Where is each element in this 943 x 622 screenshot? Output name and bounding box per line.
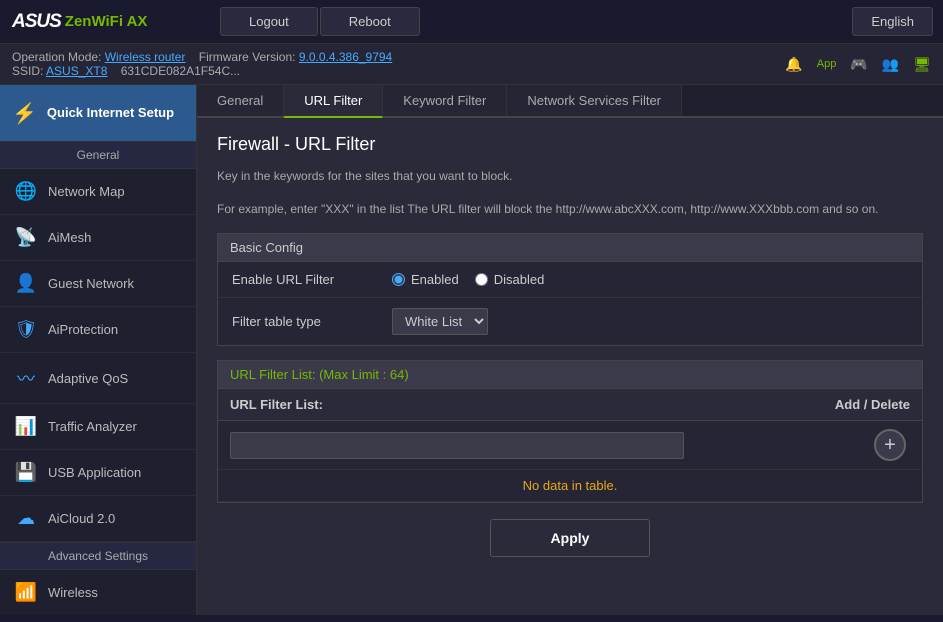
aiprotection-icon: 🛡 [14, 319, 38, 340]
enable-url-filter-row: Enable URL Filter Enabled Disabled [218, 262, 922, 298]
disabled-radio-label[interactable]: Disabled [494, 272, 545, 287]
enable-url-filter-control: Enabled Disabled [392, 272, 544, 287]
tab-general[interactable]: General [197, 85, 284, 116]
asus-logo: ASUS ZenWiFi AX [12, 11, 147, 33]
url-filter-input[interactable] [230, 432, 684, 459]
sidebar-item-aiprotection[interactable]: 🛡 AiProtection [0, 307, 196, 353]
aicloud-icon: ☁ [14, 508, 38, 529]
status-icons: 🔔 App 🎮 👥 🖥 [785, 56, 931, 73]
logo-area: ASUS ZenWiFi AX [0, 11, 200, 33]
aimesh-icon: 📡 [14, 227, 38, 248]
quick-setup-item[interactable]: ⚡ Quick Internet Setup [0, 85, 196, 141]
page-desc-2: For example, enter "XXX" in the list The… [217, 200, 923, 219]
adaptive-qos-icon: 〰 [14, 365, 38, 391]
apply-button[interactable]: Apply [490, 519, 651, 557]
aimesh-label: AiMesh [48, 230, 91, 245]
col-add-delete: Add / Delete [746, 389, 922, 421]
general-section-label: General [0, 141, 196, 169]
op-mode-value[interactable]: Wireless router [105, 50, 186, 64]
wireless-icon: 📶 [14, 582, 38, 603]
usb-application-label: USB Application [48, 465, 141, 480]
language-button[interactable]: English [852, 7, 933, 36]
enable-url-filter-label: Enable URL Filter [232, 272, 392, 287]
filter-input-row: + [218, 421, 922, 470]
top-nav: Logout Reboot [200, 7, 852, 36]
firmware-label: Firmware Version: [199, 50, 296, 64]
ssid-label: SSID: [12, 64, 43, 78]
zen-brand-text: ZenWiFi AX [65, 13, 148, 30]
reboot-button[interactable]: Reboot [320, 7, 420, 36]
basic-config-section: Basic Config Enable URL Filter Enabled D… [217, 233, 923, 346]
no-data-cell: No data in table. [218, 470, 922, 502]
sidebar-item-network-map[interactable]: 🌐 Network Map [0, 169, 196, 215]
aiprotection-label: AiProtection [48, 322, 118, 337]
page-title: Firewall - URL Filter [217, 134, 923, 155]
disabled-radio-group: Disabled [475, 272, 545, 287]
logout-button[interactable]: Logout [220, 7, 318, 36]
disabled-radio[interactable] [475, 273, 488, 286]
network-map-label: Network Map [48, 184, 125, 199]
col-url-list: URL Filter List: [218, 389, 746, 421]
sidebar-item-traffic-analyzer[interactable]: 📊 Traffic Analyzer [0, 404, 196, 450]
page-desc-1: Key in the keywords for the sites that y… [217, 167, 923, 186]
adaptive-qos-label: Adaptive QoS [48, 371, 128, 386]
top-bar: ASUS ZenWiFi AX Logout Reboot English [0, 0, 943, 44]
filter-list-section: URL Filter List: (Max Limit : 64) URL Fi… [217, 360, 923, 503]
status-bar: Operation Mode: Wireless router Firmware… [0, 44, 943, 85]
filter-input-cell [218, 421, 746, 470]
page-content: Firewall - URL Filter Key in the keyword… [197, 118, 943, 615]
add-delete-cell: + [746, 421, 922, 470]
no-data-row: No data in table. [218, 470, 922, 502]
usb-application-icon: 💾 [14, 462, 38, 483]
sidebar: ⚡ Quick Internet Setup General 🌐 Network… [0, 85, 197, 615]
quick-setup-label: Quick Internet Setup [47, 105, 174, 122]
filter-table: URL Filter List: Add / Delete + [218, 389, 922, 502]
apply-row: Apply [217, 519, 923, 557]
status-left: Operation Mode: Wireless router Firmware… [12, 50, 392, 78]
people-icon[interactable]: 👥 [882, 56, 899, 73]
basic-config-header: Basic Config [218, 234, 922, 262]
sidebar-item-wireless[interactable]: 📶 Wireless [0, 570, 196, 615]
advanced-section-label: Advanced Settings [0, 542, 196, 570]
filter-type-label: Filter table type [232, 314, 392, 329]
content-area: General URL Filter Keyword Filter Networ… [197, 85, 943, 615]
tab-network-services-filter[interactable]: Network Services Filter [507, 85, 682, 116]
main-layout: ⚡ Quick Internet Setup General 🌐 Network… [0, 85, 943, 615]
op-mode-label: Operation Mode: [12, 50, 101, 64]
network-map-icon: 🌐 [14, 181, 38, 202]
tab-keyword-filter[interactable]: Keyword Filter [383, 85, 507, 116]
tab-url-filter[interactable]: URL Filter [284, 85, 383, 118]
filter-type-control: White List Black List [392, 308, 488, 335]
sidebar-item-guest-network[interactable]: 👤 Guest Network [0, 261, 196, 307]
filter-list-header: URL Filter List: (Max Limit : 64) [218, 361, 922, 389]
filter-type-select[interactable]: White List Black List [392, 308, 488, 335]
quick-setup-icon: ⚡ [12, 101, 37, 126]
sidebar-item-aimesh[interactable]: 📡 AiMesh [0, 215, 196, 261]
filter-table-header-row: URL Filter List: Add / Delete [218, 389, 922, 421]
sidebar-item-aicloud[interactable]: ☁ AiCloud 2.0 [0, 496, 196, 542]
aicloud-label: AiCloud 2.0 [48, 511, 115, 526]
enabled-radio-label[interactable]: Enabled [411, 272, 459, 287]
filter-type-row: Filter table type White List Black List [218, 298, 922, 345]
traffic-analyzer-label: Traffic Analyzer [48, 419, 137, 434]
firmware-value[interactable]: 9.0.0.4.386_9794 [299, 50, 392, 64]
sidebar-item-usb-application[interactable]: 💾 USB Application [0, 450, 196, 496]
app-label: App [817, 58, 837, 70]
tabs: General URL Filter Keyword Filter Networ… [197, 85, 943, 118]
ssid-value[interactable]: ASUS_XT8 [46, 64, 107, 78]
mac-value: 631CDE082A1F54C... [121, 64, 240, 78]
sidebar-item-adaptive-qos[interactable]: 〰 Adaptive QoS [0, 353, 196, 404]
app-icon[interactable]: 🔔 [785, 56, 802, 73]
game-icon[interactable]: 🎮 [850, 56, 867, 73]
asus-brand-text: ASUS [12, 11, 61, 33]
monitor-icon[interactable]: 🖥 [913, 56, 931, 73]
wireless-label: Wireless [48, 585, 98, 600]
enabled-radio-group: Enabled [392, 272, 459, 287]
enabled-radio[interactable] [392, 273, 405, 286]
guest-network-icon: 👤 [14, 273, 38, 294]
add-button[interactable]: + [874, 429, 906, 461]
guest-network-label: Guest Network [48, 276, 134, 291]
traffic-analyzer-icon: 📊 [14, 416, 38, 437]
